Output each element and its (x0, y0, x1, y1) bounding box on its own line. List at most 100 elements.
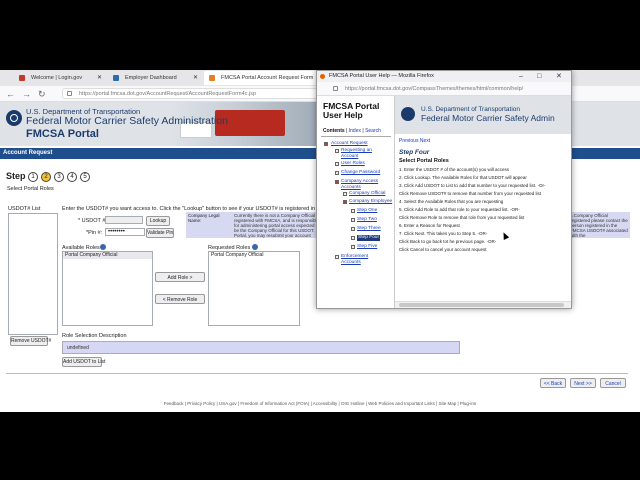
page-icon (335, 162, 339, 166)
help-instruction: 7. Click Next. This takes you to Step 5.… (399, 231, 488, 236)
help-title: FMCSA Portal User Help (323, 101, 380, 120)
help-icon[interactable] (252, 244, 258, 250)
popup-address-bar[interactable]: https://portal.fmcsa.dot.gov/CompassThem… (317, 82, 571, 96)
add-role-button[interactable]: Add Role > (155, 272, 205, 282)
page-icon (335, 149, 339, 153)
info-message-right: a Company Official registered please con… (568, 212, 630, 238)
pin-label: *Pin #: (86, 230, 103, 236)
page-icon (351, 218, 355, 222)
help-instruction: Click Back to go back tot he previous pa… (399, 239, 497, 244)
dot-seal-icon (401, 107, 415, 121)
step-2-current: 2 (41, 172, 51, 182)
help-instruction: 3. Click Add USDOT to List to add that n… (399, 183, 546, 188)
step-3: 3 (54, 172, 64, 182)
help-section-heading: Select Portal Roles (399, 158, 449, 164)
close-icon[interactable]: ✕ (97, 71, 102, 85)
tab-contents[interactable]: Contents (323, 128, 345, 134)
help-instruction: Click Remove USDOT# to remove that numbe… (399, 191, 542, 196)
help-popup-window: FMCSA Portal User Help — Mozilla Firefox… (316, 70, 572, 309)
available-roles-list[interactable]: Portal Company Official (62, 251, 153, 326)
tree-item-company-employee[interactable]: Company Employee (349, 199, 392, 205)
tree-item-account-request[interactable]: Account Request (331, 141, 368, 147)
book-icon (343, 200, 347, 204)
add-usdot-button[interactable]: Add USDOT to List (62, 357, 105, 367)
maximize-icon[interactable]: □ (537, 71, 541, 82)
agency-name: Federal Motor Carrier Safety Administrat… (26, 115, 228, 127)
step-subtitle: Select Portal Roles (7, 186, 54, 192)
tab-account-request[interactable]: FMCSA Portal Account Request Form (204, 71, 316, 85)
step-label: Step (6, 171, 26, 181)
tab-login[interactable]: Welcome | Login.gov ✕ (14, 71, 106, 85)
tree-item-step-three[interactable]: Step Three (357, 226, 381, 232)
help-content: U.S. Department of Transportation Federa… (395, 96, 571, 308)
validate-pin-button[interactable]: Validate Pin (146, 228, 174, 238)
help-prev-next-links[interactable]: Previous Next (399, 138, 430, 144)
reload-icon[interactable]: ↻ (38, 88, 46, 100)
step-5: 5 (80, 172, 90, 182)
tab-dashboard[interactable]: Employer Dashboard ✕ (108, 71, 202, 85)
help-instruction: Click Cancel to cancel your account requ… (399, 247, 487, 252)
footer-links[interactable]: Feedback | Privacy Policy | USA.gov | Fr… (0, 401, 640, 406)
page-icon (351, 227, 355, 231)
page-icon (351, 245, 355, 249)
help-instruction: 2. Click Lookup. The Available Roles for… (399, 175, 527, 180)
close-icon[interactable]: ✕ (556, 71, 562, 82)
book-icon (324, 142, 328, 146)
step-1: 1 (28, 172, 38, 182)
firefox-icon (320, 74, 325, 79)
tree-item-enforcement[interactable]: Enforcement Accounts (341, 254, 381, 265)
close-icon[interactable]: ✕ (193, 71, 198, 85)
tree-item-company-official[interactable]: Company Official (349, 191, 385, 197)
usdot-label: * USDOT #: (78, 218, 107, 224)
back-button[interactable]: << Back (540, 378, 566, 388)
tree-item-step-four[interactable]: Step Four (357, 235, 381, 241)
tree-item-change-password[interactable]: Change Password (341, 170, 380, 176)
tree-item-user-roles[interactable]: User Roles (341, 161, 365, 167)
help-icon[interactable] (100, 244, 106, 250)
lookup-button[interactable]: Lookup (146, 216, 170, 226)
tree-item-requesting[interactable]: Requesting an Account (341, 148, 381, 159)
remove-usdot-button[interactable]: Remove USDOT# (10, 336, 51, 346)
usdot-input[interactable] (105, 216, 143, 224)
help-tabs: Contents | Index | Search (323, 128, 381, 134)
list-item[interactable]: Portal Company Official (63, 252, 152, 259)
page-icon (351, 236, 355, 240)
portal-title: FMCSA Portal (26, 128, 99, 140)
dot-seal-icon (6, 110, 22, 126)
horizontal-scrollbar[interactable] (395, 301, 571, 308)
lock-icon (333, 86, 338, 91)
tab-search[interactable]: Search (365, 128, 381, 134)
company-legal-name-label: Company Legal Name: (188, 213, 220, 223)
globe-icon (113, 75, 119, 81)
tab-index[interactable]: Index (349, 128, 361, 134)
forward-arrow-icon[interactable]: → (22, 88, 31, 100)
lock-icon (67, 91, 72, 96)
page-icon (209, 75, 215, 81)
shield-icon (19, 75, 25, 81)
pin-input[interactable]: •••••••• (105, 228, 145, 236)
requested-roles-list[interactable]: Portal Company Official (208, 251, 300, 326)
list-item[interactable]: Portal Company Official (209, 252, 299, 259)
back-arrow-icon[interactable]: ← (6, 88, 15, 100)
help-sidebar: FMCSA Portal User Help Contents | Index … (317, 96, 395, 308)
help-instruction: 5. Click Add Role to add that role to yo… (399, 207, 520, 212)
page-icon (343, 192, 347, 196)
page-icon (335, 171, 339, 175)
help-instruction: 6. Enter a Reason for Request (399, 223, 460, 228)
page-icon (351, 209, 355, 213)
next-button[interactable]: Next >> (570, 378, 596, 388)
tree-item-step-one[interactable]: Step One (357, 208, 377, 214)
help-instruction: Click Remove Role to remove that role fr… (399, 215, 525, 220)
tree-item-step-five[interactable]: Step Five (357, 244, 377, 250)
role-selection-label: Role Selection Description (62, 333, 127, 339)
usdot-list-label: USDOT# List (8, 206, 41, 212)
role-selection-description: undefined (62, 341, 460, 354)
minimize-icon[interactable]: – (519, 71, 523, 82)
tree-item-company-access[interactable]: Company Access Accounts (341, 179, 387, 190)
tree-item-step-two[interactable]: Step Two (357, 217, 377, 223)
remove-role-button[interactable]: < Remove Role (155, 294, 205, 304)
cancel-button[interactable]: Cancel (600, 378, 626, 388)
book-icon (335, 180, 339, 184)
book-icon (335, 255, 339, 259)
usdot-list-box[interactable] (8, 213, 58, 335)
